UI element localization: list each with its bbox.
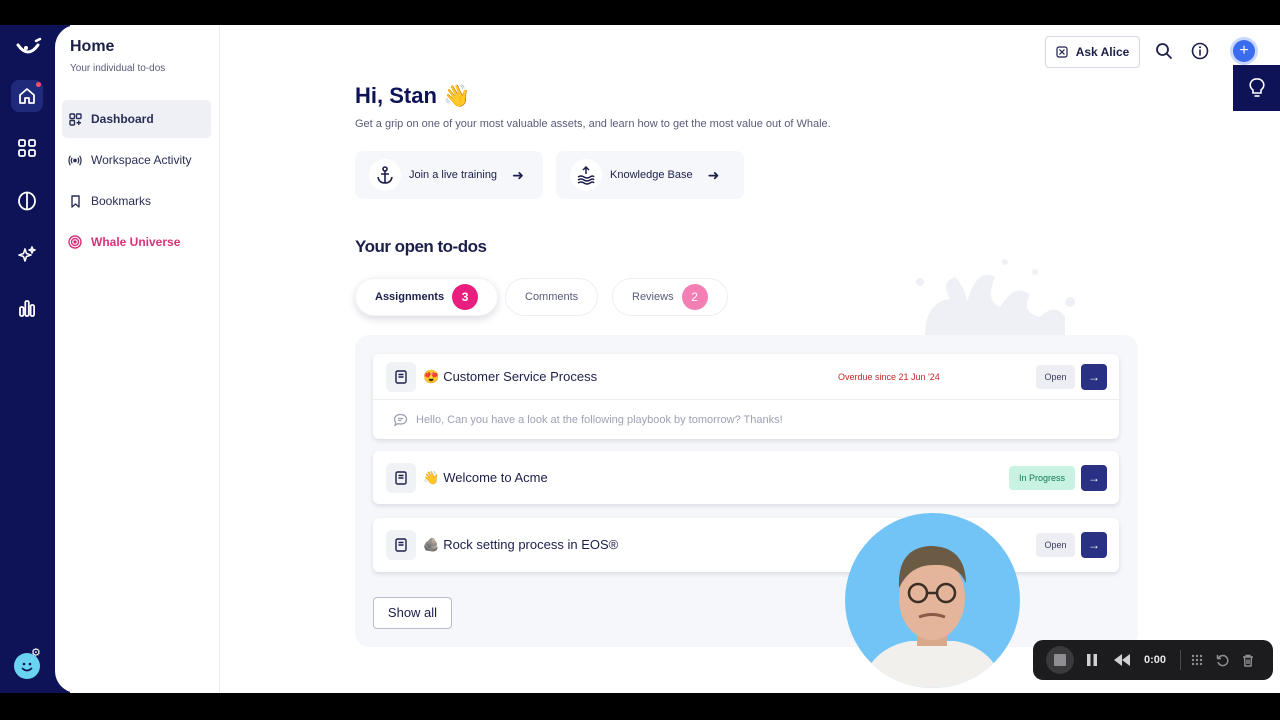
rail-home-button[interactable]: [11, 80, 43, 112]
screen-recorder-bar: 0:00: [1033, 640, 1273, 680]
knowledge-base-link[interactable]: Knowledge Base ➜: [556, 151, 744, 199]
rail-analytics-button[interactable]: [11, 292, 43, 324]
restart-button[interactable]: [1216, 654, 1229, 667]
comment-text: Hello, Can you have a look at the follow…: [416, 413, 783, 426]
tab-label: Comments: [525, 291, 579, 303]
tab-assignments[interactable]: Assignments 3: [355, 278, 499, 316]
status-badge: In Progress: [1009, 465, 1075, 490]
todo-title: 😍 Customer Service Process: [423, 368, 598, 384]
anchor-icon: [369, 159, 401, 191]
status-badge: Open: [1036, 533, 1075, 557]
presenter-video-icon: [860, 546, 1005, 688]
stop-record-button[interactable]: [1046, 646, 1074, 674]
todo-card[interactable]: 😍 Customer Service Process Overdue since …: [373, 354, 1119, 439]
broadcast-icon: [68, 153, 82, 167]
tab-comments[interactable]: Comments: [505, 278, 599, 316]
target-icon: [68, 235, 82, 249]
todo-title: 👋 Welcome to Acme: [423, 469, 548, 485]
sparkles-icon: [18, 246, 36, 262]
decorative-splash-icon: [916, 259, 1075, 337]
tips-button[interactable]: [1233, 65, 1280, 111]
pause-button[interactable]: [1086, 654, 1098, 666]
open-todo-button[interactable]: →: [1081, 464, 1107, 491]
search-icon[interactable]: [1155, 42, 1173, 60]
gear-icon[interactable]: ⚙: [31, 647, 43, 659]
sidebar-item-label: Bookmarks: [91, 194, 152, 208]
waves-icon: [570, 159, 602, 191]
apps-grid-icon: [18, 139, 36, 157]
rail-ai-button[interactable]: [11, 239, 43, 271]
sidebar-item-workspace-activity[interactable]: Workspace Activity: [62, 141, 211, 179]
greeting-subtitle: Get a grip on one of your most valuable …: [355, 118, 831, 130]
live-training-label: Join a live training: [409, 169, 498, 181]
dashboard-icon: [68, 112, 82, 126]
stop-icon: [1054, 654, 1066, 666]
trash-icon: [1243, 654, 1254, 667]
divider: [1180, 650, 1182, 670]
todo-card[interactable]: 👋 Welcome to Acme In Progress →: [373, 451, 1119, 504]
home-icon: [19, 88, 35, 104]
open-todo-button[interactable]: →: [1081, 363, 1107, 390]
sidebar-item-whale-universe[interactable]: Whale Universe: [62, 223, 211, 261]
sidebar-item-label: Whale Universe: [91, 235, 181, 249]
todo-comment: Hello, Can you have a look at the follow…: [373, 399, 1119, 439]
todo-header: 😍 Customer Service Process Overdue since …: [373, 354, 1119, 399]
app-window: ⚙ Home Your individual to-dos Dashboard …: [0, 25, 1280, 693]
sidebar-title: Home: [70, 38, 115, 55]
notification-dot: [36, 82, 41, 87]
tab-label: Assignments: [375, 291, 445, 303]
sidebar-item-bookmarks[interactable]: Bookmarks: [62, 182, 211, 220]
pause-icon: [1087, 654, 1097, 666]
tab-label: Reviews: [632, 291, 674, 303]
ask-alice-button[interactable]: Ask Alice: [1045, 36, 1140, 68]
lightbulb-icon: [1248, 78, 1265, 97]
playbook-icon: [386, 361, 416, 392]
show-all-button[interactable]: Show all: [373, 597, 452, 629]
rewind-button[interactable]: [1114, 654, 1130, 666]
create-new-button[interactable]: +: [1233, 40, 1255, 62]
greeting-text: Hi, Stan: [355, 83, 437, 108]
delete-recording-button[interactable]: [1242, 654, 1254, 667]
ask-alice-label: Ask Alice: [1075, 45, 1130, 59]
open-todo-button[interactable]: →: [1081, 532, 1107, 558]
rail-brain-button[interactable]: [11, 185, 43, 217]
brain-icon: [18, 191, 36, 211]
grip-dots-icon: [1191, 654, 1203, 666]
info-icon[interactable]: [1191, 42, 1209, 60]
rail-apps-button[interactable]: [11, 132, 43, 164]
count-badge: 3: [452, 284, 479, 310]
status-badge: Open: [1036, 364, 1075, 389]
playbook-icon: [386, 530, 416, 560]
sidebar: Home Your individual to-dos Dashboard Wo…: [55, 25, 220, 693]
sidebar-item-label: Dashboard: [91, 112, 154, 126]
bookmark-icon: [68, 194, 82, 208]
todo-title: 🪨 Rock setting process in EOS®: [423, 537, 619, 552]
arrow-right-icon: ➜: [512, 166, 524, 183]
tab-reviews[interactable]: Reviews 2: [612, 278, 728, 316]
sidebar-subtitle: Your individual to-dos: [70, 63, 166, 74]
ai-assistant-icon: [1056, 46, 1068, 58]
wave-emoji: 👋: [443, 83, 471, 108]
todo-header: 👋 Welcome to Acme In Progress →: [373, 451, 1119, 504]
sidebar-item-dashboard[interactable]: Dashboard: [62, 100, 211, 138]
comment-icon: [393, 413, 408, 427]
webcam-bubble[interactable]: [845, 513, 1020, 688]
whale-logo-icon[interactable]: [14, 35, 42, 63]
count-badge: 2: [681, 284, 708, 310]
record-timer: 0:00: [1144, 654, 1167, 666]
overdue-label: Overdue since 21 Jun '24: [838, 371, 940, 382]
arrow-right-icon: ➜: [707, 166, 720, 183]
analytics-icon: [19, 300, 36, 317]
restart-icon: [1216, 654, 1229, 666]
open-todos-title: Your open to-dos: [355, 237, 487, 256]
greeting-title: Hi, Stan 👋: [355, 83, 470, 109]
live-training-link[interactable]: Join a live training ➜: [355, 151, 543, 199]
drag-handle[interactable]: [1191, 654, 1203, 666]
rewind-icon: [1114, 654, 1130, 666]
knowledge-base-label: Knowledge Base: [610, 169, 693, 181]
playbook-icon: [386, 462, 416, 493]
sidebar-item-label: Workspace Activity: [91, 153, 192, 167]
